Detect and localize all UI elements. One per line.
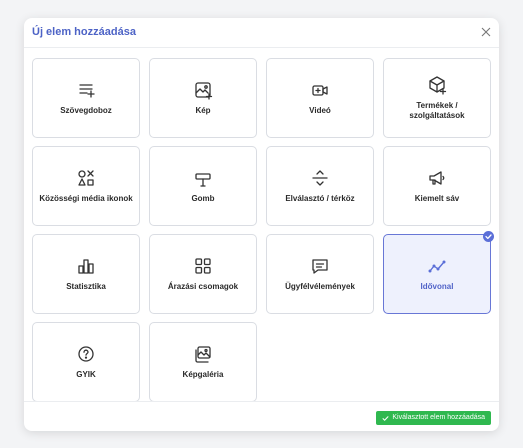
- tile-label: Elválasztó / térköz: [285, 194, 355, 203]
- tile-label: Idővonal: [420, 282, 454, 291]
- megaphone-icon: [429, 171, 445, 185]
- check-icon: [382, 415, 389, 421]
- tile-highlight-bar[interactable]: Kiemelt sáv: [383, 146, 491, 226]
- tile-gallery[interactable]: Képgaléria: [149, 322, 257, 402]
- timeline-icon: [428, 260, 446, 273]
- tile-label: Képgaléria: [182, 370, 224, 379]
- tile-text-box[interactable]: Szövegdoboz: [32, 58, 140, 138]
- dialog-header: Új elem hozzáadása: [24, 18, 499, 48]
- product-box-icon: [429, 76, 447, 95]
- tile-label: Gomb: [191, 194, 215, 203]
- close-icon[interactable]: [478, 24, 494, 40]
- add-selected-button[interactable]: Kiválasztott elem hozzáadása: [376, 411, 491, 425]
- question-circle-icon: [78, 346, 94, 362]
- tile-faq[interactable]: GYIK: [32, 322, 140, 402]
- message-icon: [312, 259, 328, 274]
- element-grid: Szövegdoboz Kép Videó Termékek / szolgál…: [32, 58, 494, 402]
- tile-timeline[interactable]: Idővonal: [383, 231, 494, 314]
- dialog-footer: Kiválasztott elem hozzáadása: [24, 401, 499, 431]
- video-icon: [312, 85, 328, 96]
- image-add-icon: [195, 82, 213, 100]
- tile-social-icons[interactable]: Közösségi média ikonok: [32, 146, 140, 226]
- tile-label: Szövegdoboz: [60, 106, 112, 115]
- social-shapes-icon: [78, 170, 94, 186]
- tile-testimonials[interactable]: Ügyfélvélemények: [266, 234, 374, 314]
- gallery-icon: [195, 346, 211, 363]
- tile-label: Ügyfélvélemények: [285, 282, 355, 291]
- tile-button[interactable]: Gomb: [149, 146, 257, 226]
- tile-products[interactable]: Termékek / szolgáltatások: [383, 58, 491, 138]
- tile-label: Videó: [309, 106, 331, 115]
- tile-label: Termékek / szolgáltatások: [409, 101, 465, 120]
- grid-icon: [195, 258, 211, 274]
- tile-image[interactable]: Kép: [149, 58, 257, 138]
- tile-statistics[interactable]: Statisztika: [32, 234, 140, 314]
- check-icon: [483, 231, 494, 242]
- tile-label: Statisztika: [66, 282, 106, 291]
- add-selected-label: Kiválasztott elem hozzáadása: [392, 414, 485, 421]
- tile-label: Árazási csomagok: [167, 282, 239, 291]
- tile-divider[interactable]: Elválasztó / térköz: [266, 146, 374, 226]
- add-element-dialog: Új elem hozzáadása Szövegdoboz Kép Videó…: [24, 18, 499, 431]
- divider-icon: [312, 170, 328, 186]
- bar-chart-icon: [78, 259, 94, 274]
- tile-label: GYIK: [76, 370, 96, 379]
- dialog-title: Új elem hozzáadása: [32, 26, 136, 38]
- tile-label: Kép: [195, 106, 211, 115]
- tile-pricing[interactable]: Árazási csomagok: [149, 234, 257, 314]
- tile-label: Kiemelt sáv: [414, 194, 460, 203]
- tile-video[interactable]: Videó: [266, 58, 374, 138]
- button-cursor-icon: [195, 173, 211, 187]
- text-box-icon: [79, 84, 95, 98]
- tile-label: Közösségi média ikonok: [39, 194, 133, 203]
